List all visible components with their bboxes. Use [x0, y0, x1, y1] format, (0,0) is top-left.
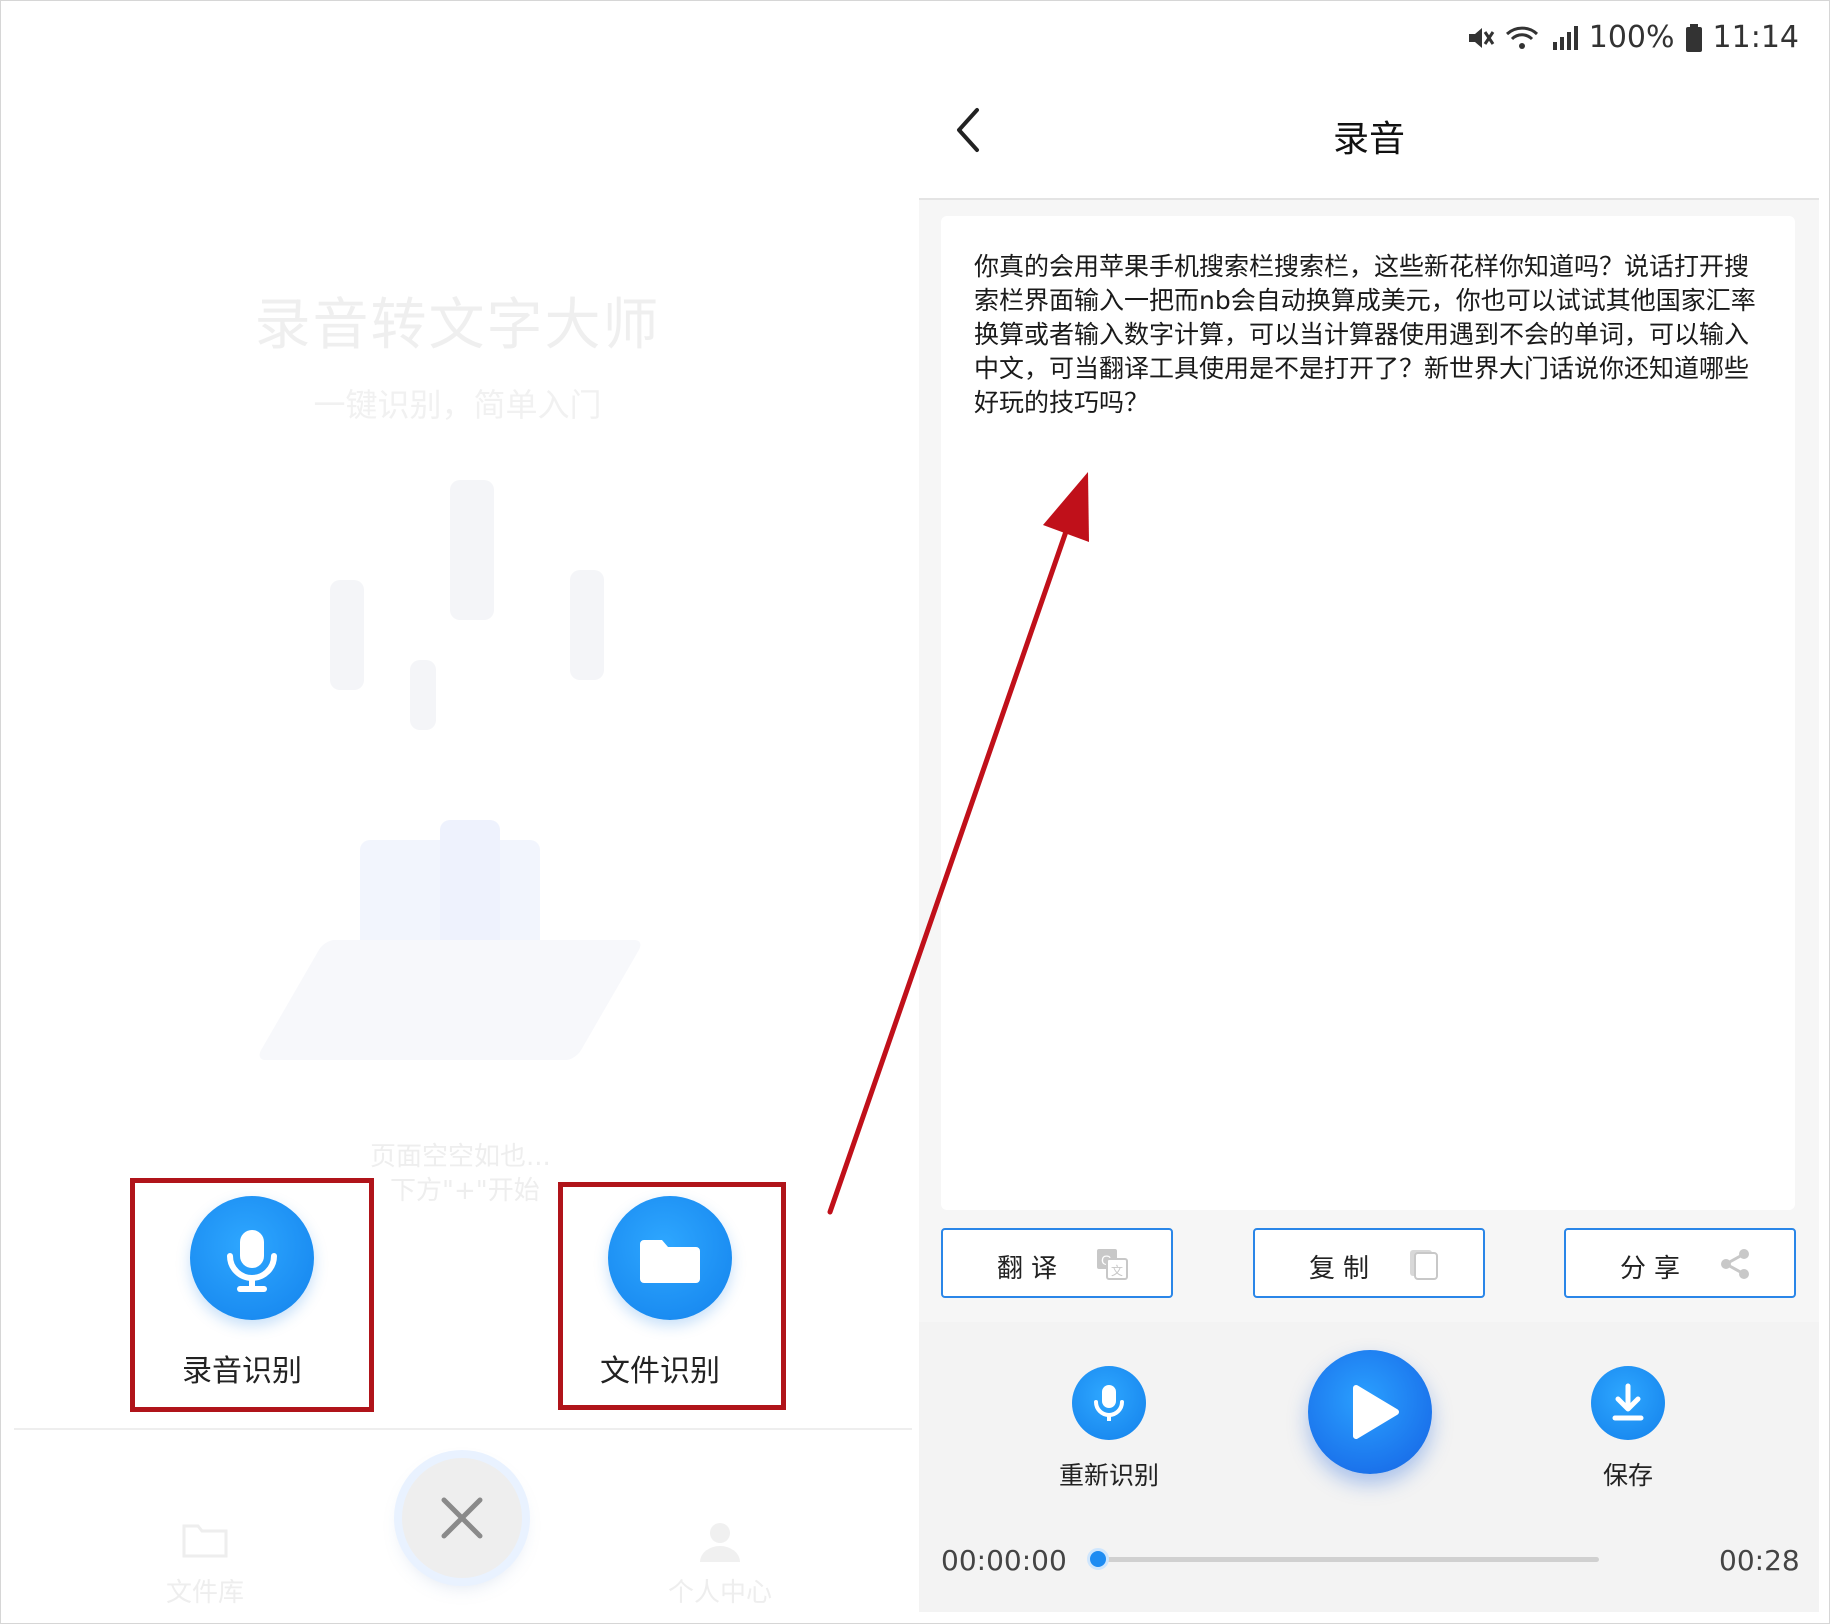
status-indicators: 100% 11:14 [1465, 20, 1799, 55]
progress-thumb[interactable] [1087, 1548, 1109, 1570]
re-recognize-label: 重新识别 [1058, 1461, 1159, 1490]
microphone-icon [227, 1230, 277, 1292]
download-icon [1612, 1383, 1644, 1421]
right-phone-screen: 100% 11:14 录音 你真的会用苹果手机搜索栏搜索栏，这些新花样你知道吗？… [919, 0, 1819, 1612]
record-recognition-button[interactable] [190, 1196, 314, 1320]
background-empty-text: 页面空空如也... 下方"+"开始 [370, 1142, 551, 1206]
background-app-title: 录音转文字大师 [254, 293, 661, 358]
nav-item-file-library[interactable]: 文件库 [140, 1520, 270, 1610]
signal-icon [1552, 25, 1578, 50]
save-label: 保存 [1602, 1461, 1653, 1490]
file-recognition-button[interactable] [608, 1196, 732, 1320]
empty-state-illustration [200, 460, 720, 1100]
folder-icon [182, 1524, 228, 1558]
translate-icon: G 文 [1097, 1249, 1128, 1280]
translate-button[interactable]: 翻译 G 文 [941, 1228, 1173, 1298]
current-time: 00:00:00 [941, 1544, 1067, 1577]
copy-label: 复制 [1309, 1254, 1378, 1284]
mute-icon [1468, 27, 1494, 48]
page-title: 录音 [1332, 119, 1405, 160]
translate-label: 翻译 [997, 1254, 1066, 1284]
record-recognition-label: 录音识别 [182, 1354, 302, 1389]
bottom-divider [14, 1428, 912, 1430]
svg-text:文: 文 [1111, 1263, 1123, 1278]
progress-track[interactable] [1099, 1557, 1599, 1562]
transcript-text[interactable]: 你真的会用苹果手机搜索栏搜索栏，这些新花样你知道吗？说话打开搜索栏界面输入一把而… [974, 250, 1764, 420]
total-time: 00:28 [1719, 1544, 1800, 1577]
share-icon [1721, 1249, 1749, 1279]
clock: 11:14 [1712, 20, 1799, 55]
status-bar: 100% 11:14 [919, 0, 1819, 80]
share-button[interactable]: 分享 [1564, 1228, 1796, 1298]
close-icon [441, 1497, 483, 1539]
battery-percentage: 100% [1588, 20, 1675, 55]
left-phone-screen: 录音转文字大师 一键识别，简单入门 页面空空如也... 下方"+"开始 录音识别… [0, 0, 915, 1624]
copy-button[interactable]: 复制 [1253, 1228, 1485, 1298]
background-app-subtitle: 一键识别，简单入门 [313, 386, 602, 424]
nav-item-personal-center[interactable]: 个人中心 [655, 1520, 785, 1610]
person-icon [700, 1523, 740, 1562]
folder-icon [640, 1240, 700, 1283]
play-button[interactable] [1308, 1350, 1432, 1474]
close-button[interactable] [402, 1458, 522, 1578]
save-button[interactable] [1591, 1366, 1665, 1440]
file-recognition-label: 文件识别 [600, 1354, 720, 1389]
wifi-icon [1505, 26, 1538, 49]
microphone-icon [1094, 1385, 1124, 1421]
battery-icon [1685, 23, 1702, 52]
share-label: 分享 [1620, 1254, 1689, 1284]
copy-icon [1410, 1250, 1438, 1280]
play-icon [1353, 1385, 1399, 1439]
re-recognize-button[interactable] [1072, 1366, 1146, 1440]
